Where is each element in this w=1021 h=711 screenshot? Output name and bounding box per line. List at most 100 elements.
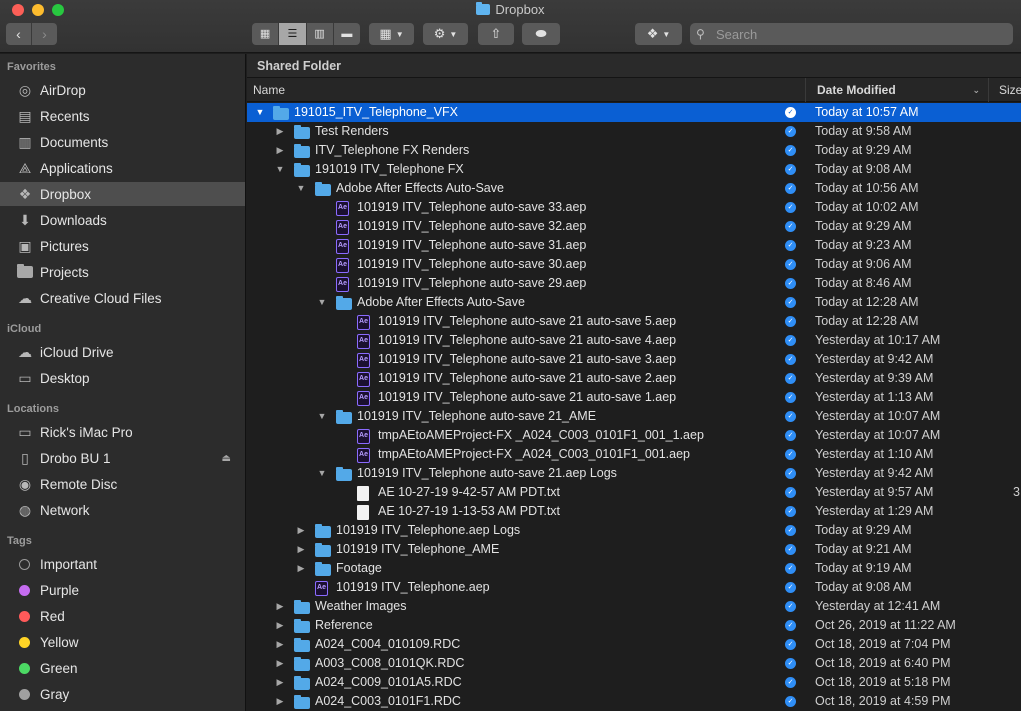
disclosure-closed-icon[interactable]: ▶ bbox=[274, 122, 286, 141]
gallery-view-button[interactable]: ▬ bbox=[332, 23, 360, 45]
search-input[interactable] bbox=[716, 26, 996, 42]
disclosure-closed-icon[interactable]: ▶ bbox=[274, 635, 286, 654]
file-row[interactable]: Ae 101919 ITV_Telephone auto-save 21 auto… bbox=[247, 312, 1021, 331]
sidebar-item-drobo-bu-1[interactable]: ▯ Drobo BU 1 ⏏ bbox=[0, 446, 245, 470]
folder-row[interactable]: ▶ Test Renders ✓ Today at 9:58 AM bbox=[247, 122, 1021, 141]
file-row[interactable]: Ae 101919 ITV_Telephone auto-save 29.aep ✓… bbox=[247, 274, 1021, 293]
disclosure-closed-icon[interactable]: ▶ bbox=[274, 654, 286, 673]
sidebar-item-rick-s-imac-pro[interactable]: ▭ Rick's iMac Pro bbox=[0, 420, 245, 444]
eject-icon[interactable]: ⏏ bbox=[222, 453, 231, 464]
folder-row[interactable]: ▼ Adobe After Effects Auto-Save ✓ Today at … bbox=[247, 293, 1021, 312]
file-row[interactable]: Ae 101919 ITV_Telephone auto-save 21 auto… bbox=[247, 369, 1021, 388]
disclosure-open-icon[interactable]: ▼ bbox=[316, 293, 328, 312]
dropbox-folder-icon bbox=[476, 2, 491, 15]
edit-tags-button[interactable]: ⬬ bbox=[522, 23, 560, 45]
disclosure-closed-icon[interactable]: ▶ bbox=[274, 141, 286, 160]
file-row[interactable]: Ae 101919 ITV_Telephone auto-save 30.aep ✓… bbox=[247, 255, 1021, 274]
disclosure-open-icon[interactable]: ▼ bbox=[274, 160, 286, 179]
folder-row[interactable]: ▶ Footage ✓ Today at 9:19 AM bbox=[247, 559, 1021, 578]
folder-row[interactable]: ▶ 101919 ITV_Telephone.aep Logs ✓ Today at … bbox=[247, 521, 1021, 540]
disclosure-closed-icon[interactable]: ▶ bbox=[295, 521, 307, 540]
sidebar-item-applications[interactable]: ⟁ Applications bbox=[0, 156, 245, 180]
folder-row[interactable]: ▶ A024_C003_0101F1.RDC ✓ Oct 18, 2019 at 4:… bbox=[247, 692, 1021, 711]
file-row[interactable]: Ae 101919 ITV_Telephone auto-save 31.aep ✓… bbox=[247, 236, 1021, 255]
column-header-date-modified[interactable]: Date Modified ⌄ bbox=[805, 78, 988, 102]
dropbox-menu-button[interactable]: ❖ ▼ bbox=[635, 23, 682, 45]
folder-row[interactable]: ▶ A003_C008_0101QK.RDC ✓ Oct 18, 2019 at 6:… bbox=[247, 654, 1021, 673]
group-by-button[interactable]: ▦ ▼ bbox=[369, 23, 414, 45]
forward-button[interactable]: › bbox=[31, 23, 57, 45]
folder-row[interactable]: ▶ A024_C004_010109.RDC ✓ Oct 18, 2019 at 7:… bbox=[247, 635, 1021, 654]
file-row[interactable]: Ae 101919 ITV_Telephone auto-save 21 auto… bbox=[247, 331, 1021, 350]
sidebar-item-remote-disc[interactable]: ◉ Remote Disc bbox=[0, 472, 245, 496]
folder-row[interactable]: ▼ 191015_ITV_Telephone_VFX ✓ Today at 10:57… bbox=[247, 103, 1021, 122]
sidebar-item-downloads[interactable]: ⬇ Downloads bbox=[0, 208, 245, 232]
search-icon: ⚲ bbox=[696, 27, 705, 41]
folder-row[interactable]: ▼ 101919 ITV_Telephone auto-save 21_AME ✓ Y… bbox=[247, 407, 1021, 426]
sidebar-item-documents[interactable]: ▥ Documents bbox=[0, 130, 245, 154]
dropbox-synced-icon: ✓ bbox=[785, 335, 796, 346]
file-row[interactable]: Ae 101919 ITV_Telephone.aep ✓ Today at 9:08… bbox=[247, 578, 1021, 597]
sidebar-item-gray[interactable]: Gray bbox=[0, 682, 245, 706]
sidebar-item-label: Pictures bbox=[40, 238, 89, 254]
sidebar-item-red[interactable]: Red bbox=[0, 604, 245, 628]
file-browser: Shared Folder Name Date Modified ⌄ Size ▼… bbox=[247, 54, 1021, 711]
sidebar-item-creative-cloud-files[interactable]: ☁ Creative Cloud Files bbox=[0, 286, 245, 310]
folder-row[interactable]: ▼ Adobe After Effects Auto-Save ✓ Today at … bbox=[247, 179, 1021, 198]
disclosure-closed-icon[interactable]: ▶ bbox=[295, 559, 307, 578]
folder-icon bbox=[294, 619, 310, 633]
file-row[interactable]: Ae 101919 ITV_Telephone auto-save 32.aep ✓… bbox=[247, 217, 1021, 236]
sidebar-item-recents[interactable]: ▤ Recents bbox=[0, 104, 245, 128]
dropbox-synced-icon: ✓ bbox=[785, 430, 796, 441]
folder-row[interactable]: ▶ A024_C009_0101A5.RDC ✓ Oct 18, 2019 at 5:… bbox=[247, 673, 1021, 692]
folder-row[interactable]: ▶ Reference ✓ Oct 26, 2019 at 11:22 AM bbox=[247, 616, 1021, 635]
sidebar-item-network[interactable]: ◍ Network bbox=[0, 498, 245, 522]
disclosure-closed-icon[interactable]: ▶ bbox=[274, 673, 286, 692]
sidebar-item-label: Gray bbox=[40, 686, 70, 702]
disclosure-open-icon[interactable]: ▼ bbox=[316, 464, 328, 483]
item-name: 101919 ITV_Telephone auto-save 21 auto-s… bbox=[378, 390, 677, 404]
folder-row[interactable]: ▶ 101919 ITV_Telephone_AME ✓ Today at 9:21 … bbox=[247, 540, 1021, 559]
folder-row[interactable]: ▶ ITV_Telephone FX Renders ✓ Today at 9:29 … bbox=[247, 141, 1021, 160]
sidebar-item-important[interactable]: Important bbox=[0, 552, 245, 576]
disclosure-closed-icon[interactable]: ▶ bbox=[274, 616, 286, 635]
sidebar-item-dropbox[interactable]: ❖ Dropbox bbox=[0, 182, 245, 206]
sidebar-item-pictures[interactable]: ▣ Pictures bbox=[0, 234, 245, 258]
column-view-button[interactable]: ▥ bbox=[305, 23, 333, 45]
disclosure-closed-icon[interactable]: ▶ bbox=[295, 540, 307, 559]
file-row[interactable]: Ae tmpAEtoAMEProject-FX _A024_C003_0101F1… bbox=[247, 426, 1021, 445]
disclosure-open-icon[interactable]: ▼ bbox=[316, 407, 328, 426]
grid-icon: ▦ bbox=[379, 26, 392, 41]
disclosure-open-icon[interactable]: ▼ bbox=[295, 179, 307, 198]
sidebar-item-desktop[interactable]: ▭ Desktop bbox=[0, 366, 245, 390]
disclosure-closed-icon[interactable]: ▶ bbox=[274, 597, 286, 616]
sidebar-item-yellow[interactable]: Yellow bbox=[0, 630, 245, 654]
file-row[interactable]: AE 10-27-19 9-42-57 AM PDT.txt ✓ Yesterday… bbox=[247, 483, 1021, 502]
back-button[interactable]: ‹ bbox=[6, 23, 31, 45]
folder-row[interactable]: ▶ Weather Images ✓ Yesterday at 12:41 AM bbox=[247, 597, 1021, 616]
disclosure-closed-icon[interactable]: ▶ bbox=[274, 692, 286, 711]
file-row[interactable]: Ae tmpAEtoAMEProject-FX _A024_C003_0101F1… bbox=[247, 445, 1021, 464]
sidebar-item-projects[interactable]: Projects bbox=[0, 260, 245, 284]
disclosure-open-icon[interactable]: ▼ bbox=[254, 103, 266, 122]
file-row[interactable]: Ae 101919 ITV_Telephone auto-save 21 auto… bbox=[247, 350, 1021, 369]
sidebar-item-green[interactable]: Green bbox=[0, 656, 245, 680]
action-menu-button[interactable]: ⚙ ▼ bbox=[423, 23, 468, 45]
path-title: Shared Folder bbox=[247, 54, 1021, 78]
search-field[interactable]: ⚲ bbox=[690, 23, 1013, 45]
share-button[interactable]: ⇧ bbox=[478, 23, 514, 45]
column-header-size[interactable]: Size bbox=[988, 78, 1021, 102]
file-row[interactable]: Ae 101919 ITV_Telephone auto-save 21 auto… bbox=[247, 388, 1021, 407]
icon-view-button[interactable]: ▦ bbox=[252, 23, 278, 45]
file-row[interactable]: AE 10-27-19 1-13-53 AM PDT.txt ✓ Yesterday… bbox=[247, 502, 1021, 521]
sidebar-item-airdrop[interactable]: ◎ AirDrop bbox=[0, 78, 245, 102]
item-name: 101919 ITV_Telephone.aep bbox=[336, 580, 490, 594]
folder-row[interactable]: ▼ 191019 ITV_Telephone FX ✓ Today at 9:08 A… bbox=[247, 160, 1021, 179]
list-view-button[interactable]: ☰ bbox=[278, 23, 306, 45]
sidebar-item-purple[interactable]: Purple bbox=[0, 578, 245, 602]
sidebar-item-icloud-drive[interactable]: ☁ iCloud Drive bbox=[0, 340, 245, 364]
column-header-name[interactable]: Name bbox=[253, 78, 285, 102]
sidebar-section-tags: Tags bbox=[7, 535, 32, 547]
file-row[interactable]: Ae 101919 ITV_Telephone auto-save 33.aep ✓… bbox=[247, 198, 1021, 217]
folder-row[interactable]: ▼ 101919 ITV_Telephone auto-save 21.aep L… bbox=[247, 464, 1021, 483]
